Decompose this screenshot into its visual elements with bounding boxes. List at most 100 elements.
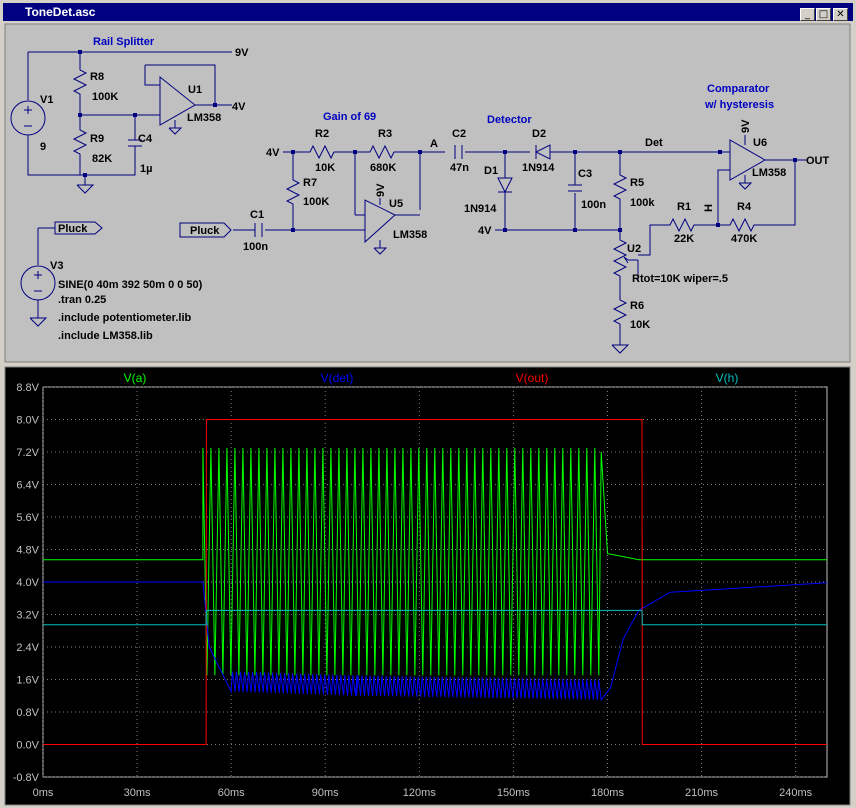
x-tick-label: 210ms: [685, 787, 719, 799]
pluck-input-flag: Pluck: [190, 225, 220, 237]
r3-ref: R3: [378, 128, 392, 140]
v1-value: 9: [40, 141, 46, 153]
include-potentiometer: .include potentiometer.lib: [58, 312, 192, 324]
y-tick-label: 7.2V: [16, 447, 39, 459]
traces: [43, 419, 828, 745]
plot-frame: [42, 386, 828, 778]
y-tick-label: 4.8V: [16, 545, 39, 557]
c3-ref: C3: [578, 168, 592, 180]
legend-vout[interactable]: V(out): [516, 371, 549, 385]
out-label: OUT: [806, 155, 830, 167]
r9-value: 82K: [92, 153, 112, 165]
u6-ref: U6: [753, 137, 767, 149]
det-node-label: Det: [645, 137, 663, 149]
detector-label: Detector: [487, 114, 532, 126]
y-tick-label: 0.8V: [16, 707, 39, 719]
trace-legend[interactable]: V(a) V(det) V(out) V(h): [124, 371, 739, 385]
r9-ref: R9: [90, 133, 104, 145]
x-tick-label: 120ms: [403, 787, 437, 799]
pluck-source-flag: Pluck: [58, 223, 88, 235]
label-9v-rail: 9V: [235, 47, 249, 59]
r6-value: 10K: [630, 319, 650, 331]
d1-ref: D1: [484, 165, 498, 177]
label-9v-u5: 9V: [375, 183, 387, 197]
schematic-pane[interactable]: Rail Splitter 9V 4V V1 9 R8 100K R9 82K …: [0, 0, 856, 366]
x-tick-label: 150ms: [497, 787, 531, 799]
x-tick-label: 0ms: [33, 787, 54, 799]
y-axis-ticks: 8.8V 8.0V 7.2V 6.4V 5.6V 4.8V 4.0V 3.2V 2.4V 1.6V…: [13, 382, 40, 784]
r1-value: 22K: [674, 233, 694, 245]
y-tick-label: 3.2V: [16, 610, 39, 622]
y-tick-label: 1.6V: [16, 675, 39, 687]
u2-value: Rtot=10K wiper=.5: [632, 273, 728, 285]
label-4v-out: 4V: [232, 101, 246, 113]
r4-ref: R4: [737, 201, 752, 213]
rail-splitter-label: Rail Splitter: [93, 36, 155, 48]
legend-va[interactable]: V(a): [124, 371, 147, 385]
x-tick-label: 90ms: [312, 787, 339, 799]
d2-ref: D2: [532, 128, 546, 140]
u6-model: LM358: [752, 167, 786, 179]
r5-ref: R5: [630, 177, 644, 189]
y-tick-label: 2.4V: [16, 642, 39, 654]
x-tick-label: 180ms: [591, 787, 625, 799]
y-tick-label: 4.0V: [16, 577, 39, 589]
c2-ref: C2: [452, 128, 466, 140]
c4-value: 1µ: [140, 163, 152, 175]
c4-ref: C4: [138, 133, 153, 145]
hysteresis-label: w/ hysteresis: [704, 99, 774, 111]
x-tick-label: 60ms: [218, 787, 245, 799]
trace-vdet: [43, 581, 828, 702]
x-tick-label: 240ms: [779, 787, 813, 799]
r2-ref: R2: [315, 128, 329, 140]
r5-value: 100k: [630, 197, 655, 209]
u5-ref: U5: [389, 198, 403, 210]
r2-value: 10K: [315, 162, 335, 174]
c1-ref: C1: [250, 209, 264, 221]
label-4v-gain: 4V: [266, 147, 280, 159]
y-tick-label: 5.6V: [16, 512, 39, 524]
u1-model: LM358: [187, 112, 221, 124]
y-tick-label: 8.0V: [16, 415, 39, 427]
r1-ref: R1: [677, 201, 691, 213]
trace-vh: [43, 609, 827, 626]
v3-value: SINE(0 40m 392 50m 0 0 50): [58, 279, 203, 291]
r8-value: 100K: [92, 91, 118, 103]
u1-ref: U1: [188, 84, 202, 96]
c2-value: 47n: [450, 162, 469, 174]
r6-ref: R6: [630, 300, 644, 312]
c3-value: 100n: [581, 199, 606, 211]
y-tick-label: -0.8V: [13, 772, 40, 784]
h-node-label: H: [703, 204, 715, 212]
comparator-label: Comparator: [707, 83, 770, 95]
gain-label: Gain of 69: [323, 111, 376, 123]
r7-value: 100K: [303, 196, 329, 208]
legend-vh[interactable]: V(h): [716, 371, 739, 385]
legend-vdet[interactable]: V(det): [321, 371, 354, 385]
u2-ref: U2: [627, 243, 641, 255]
tran-directive: .tran 0.25: [58, 294, 106, 306]
node-a-label: A: [430, 138, 438, 150]
ltspice-window: ToneDet.asc _ □ ✕ Rail Splitter 9V 4V V1…: [0, 0, 856, 808]
r4-value: 470K: [731, 233, 757, 245]
y-tick-label: 0.0V: [16, 740, 39, 752]
u5-model: LM358: [393, 229, 427, 241]
v3-ref: V3: [50, 260, 63, 272]
y-tick-label: 6.4V: [16, 480, 39, 492]
d1-model: 1N914: [464, 203, 497, 215]
c1-value: 100n: [243, 241, 268, 253]
r3-value: 680K: [370, 162, 396, 174]
r8-ref: R8: [90, 71, 104, 83]
trace-va: [43, 447, 827, 676]
plot-grid: [42, 386, 828, 778]
y-tick-label: 8.8V: [16, 382, 39, 394]
r7-ref: R7: [303, 177, 317, 189]
d2-model: 1N914: [522, 162, 555, 174]
x-axis-ticks: 0ms 30ms 60ms 90ms 120ms 150ms 180ms 210ms 240ms: [33, 787, 813, 799]
include-lm358: .include LM358.lib: [58, 330, 153, 342]
trace-vout: [43, 419, 827, 745]
label-4v-det: 4V: [478, 225, 492, 237]
label-9v-u6: 9V: [740, 119, 752, 133]
x-tick-label: 30ms: [124, 787, 151, 799]
v1-ref: V1: [40, 94, 53, 106]
